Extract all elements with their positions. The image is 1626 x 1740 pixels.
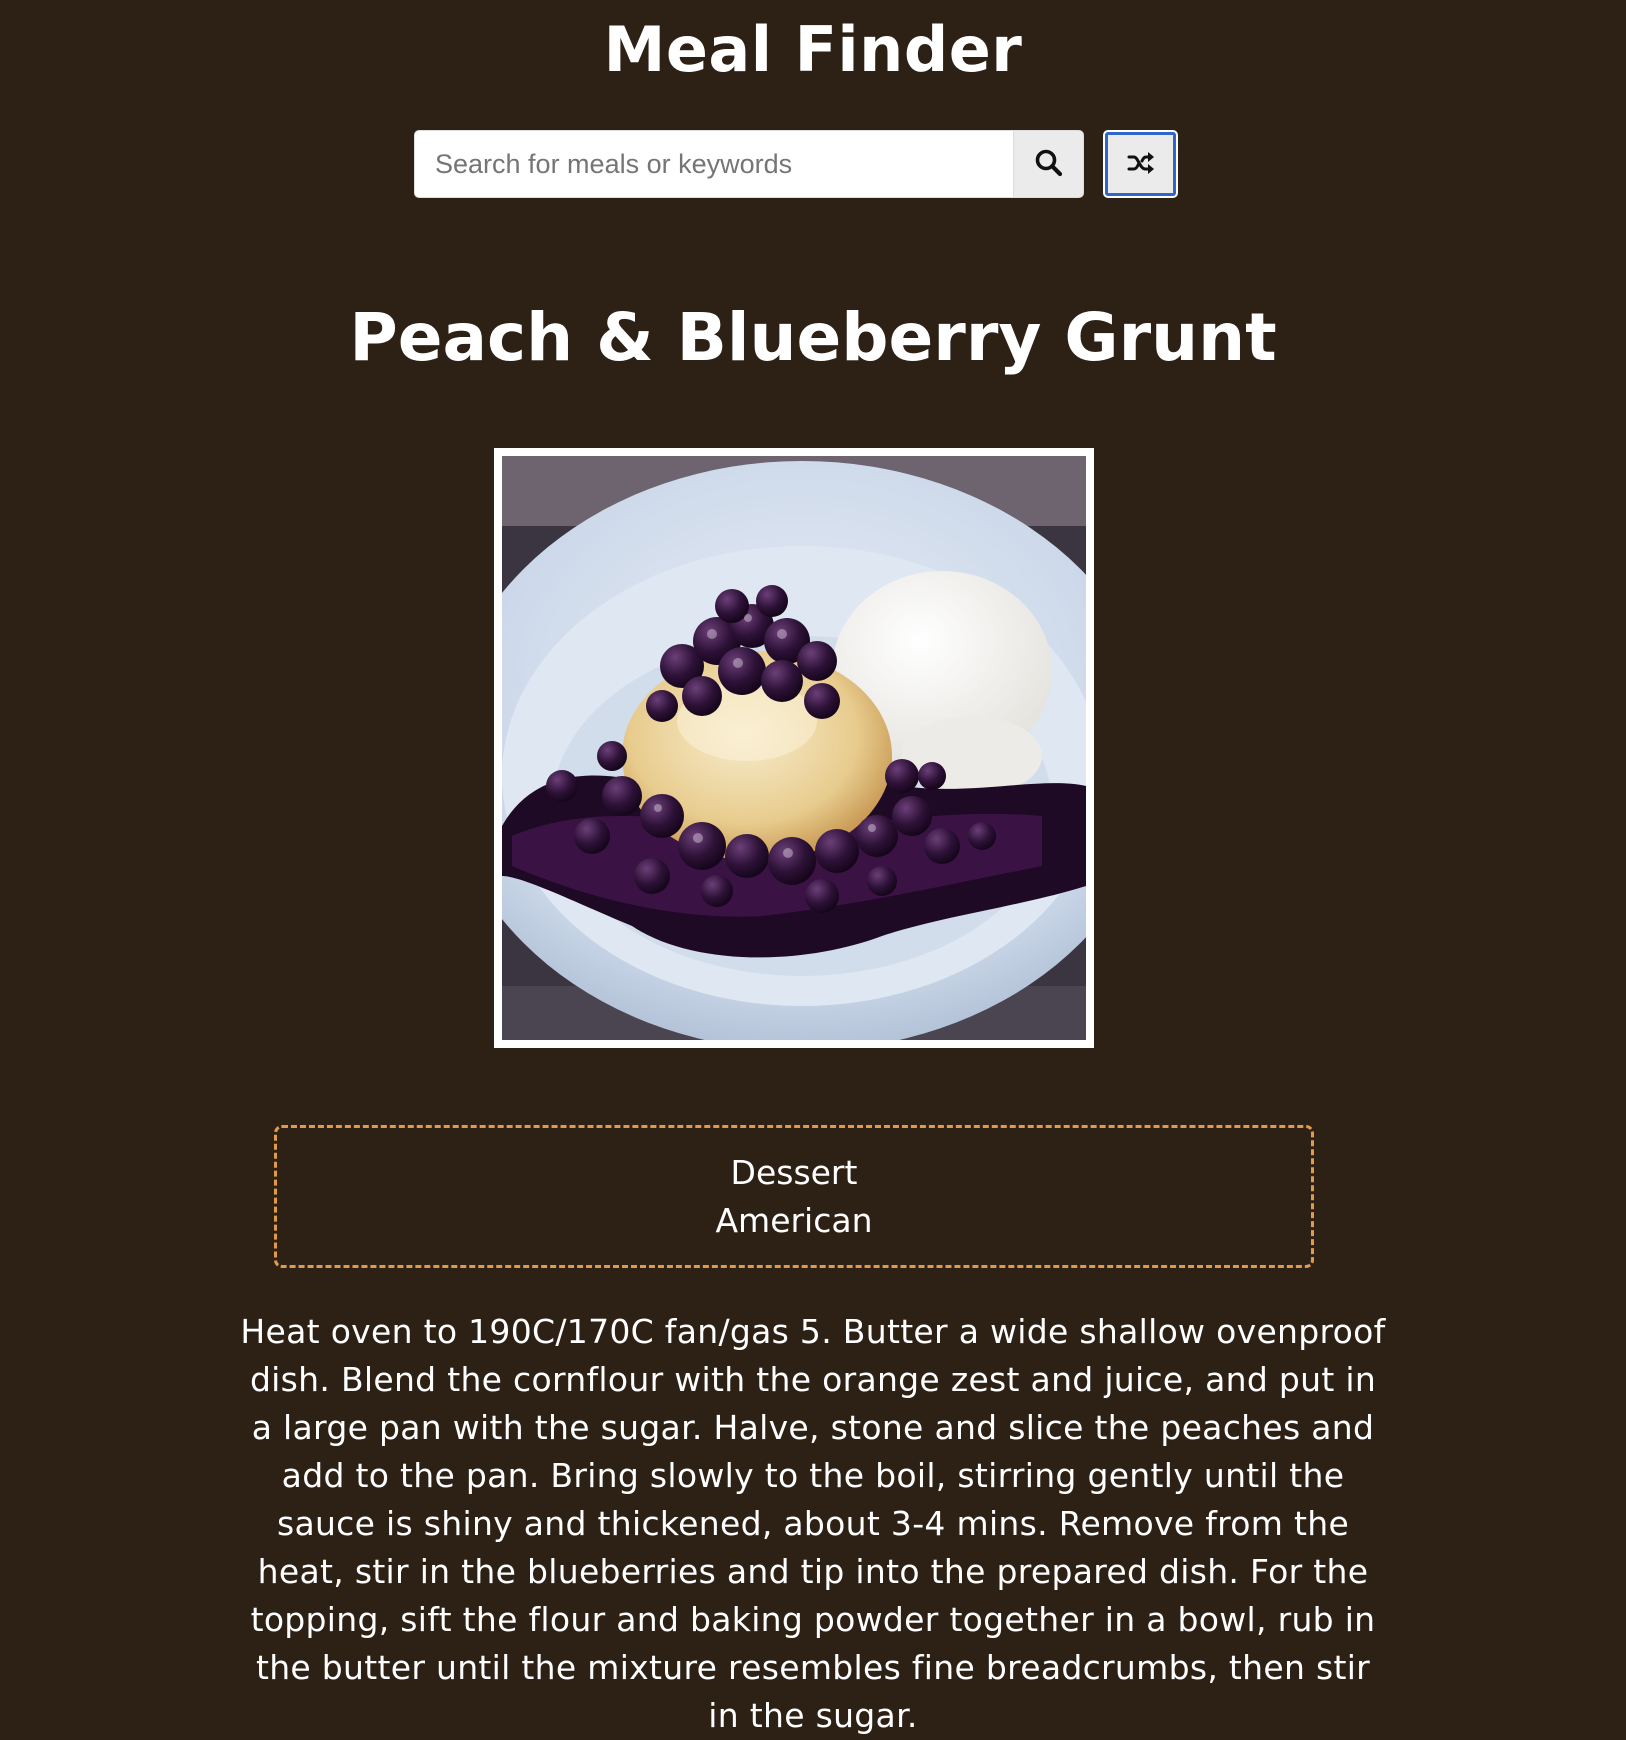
meal-photo: [502, 456, 1086, 1040]
search-button[interactable]: [1013, 130, 1084, 198]
meal-category: Dessert: [730, 1152, 858, 1192]
meal-finder-page: Meal Finder Search for meals or keywords…: [0, 0, 1626, 1735]
search-bar: [0, 130, 1626, 198]
meal-image[interactable]: [494, 448, 1094, 1048]
meal-instructions: Heat oven to 190C/170C fan/gas 5. Butter…: [240, 1312, 1386, 1735]
app-title: Meal Finder: [603, 13, 1023, 86]
search-input[interactable]: [414, 130, 1013, 198]
random-meal-button[interactable]: [1103, 130, 1178, 198]
shuffle-icon: [1126, 148, 1156, 181]
search-form: [414, 130, 1084, 198]
meal-info-box: Dessert American: [274, 1125, 1314, 1268]
meal-title: Peach & Blueberry Grunt: [349, 299, 1277, 376]
search-icon: [1034, 148, 1064, 181]
meal-area: American: [715, 1200, 873, 1240]
